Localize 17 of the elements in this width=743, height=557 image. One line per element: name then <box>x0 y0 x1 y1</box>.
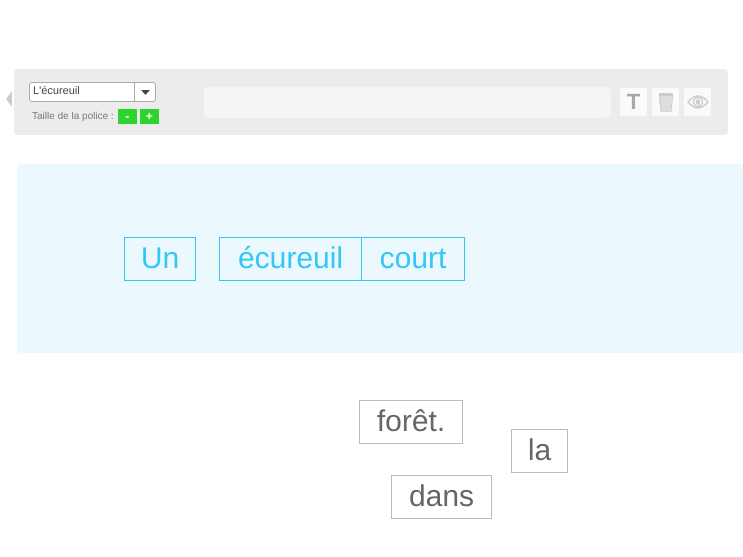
caret-icon <box>140 90 150 94</box>
decrease-font-button[interactable]: - <box>118 109 137 124</box>
trash-icon <box>658 92 672 112</box>
word-tile[interactable]: court <box>362 236 465 280</box>
word-tile[interactable]: dans <box>391 475 492 519</box>
trash-button[interactable] <box>652 88 679 116</box>
sentence-select[interactable]: L'écureuil <box>29 82 156 102</box>
word-tile[interactable]: forêt. <box>359 400 463 444</box>
collapse-handle-icon[interactable] <box>6 91 12 107</box>
eye-button[interactable] <box>684 88 711 116</box>
word-tile[interactable]: écureuil <box>219 236 362 280</box>
text-tool-button[interactable]: T <box>620 88 647 116</box>
word-tile[interactable]: la <box>511 429 568 473</box>
word-tile[interactable]: Un <box>124 236 196 280</box>
eye-icon <box>686 94 708 110</box>
increase-font-button[interactable]: + <box>140 109 159 124</box>
font-size-label: Taille de la police : <box>32 111 114 122</box>
